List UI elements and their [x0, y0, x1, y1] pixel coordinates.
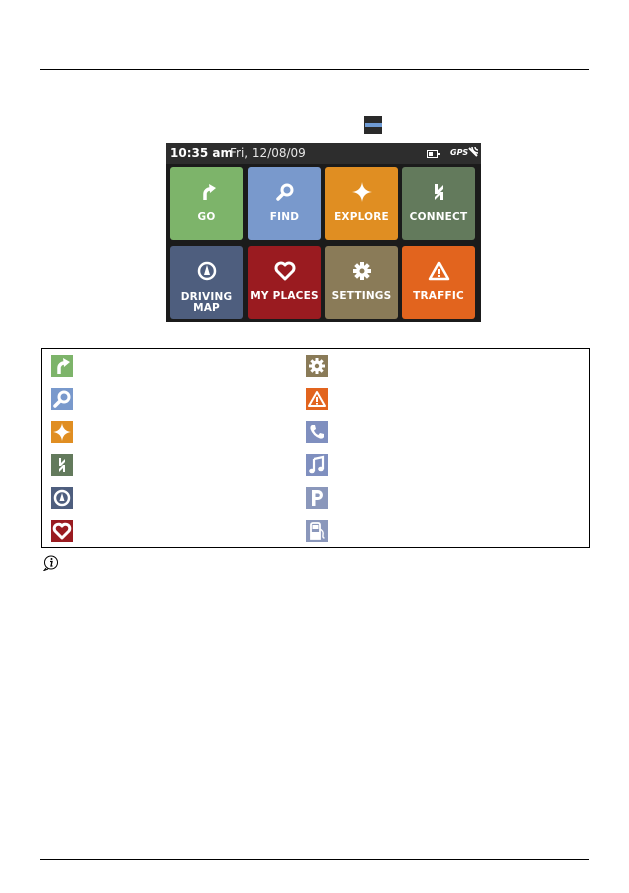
- icon-legend-table: [41, 348, 590, 548]
- fuel-pump-icon: [306, 520, 328, 542]
- legend-traffic-icon: [306, 388, 328, 410]
- warning-icon: [428, 261, 449, 281]
- status-bar: 10:35 am Fri, 12/08/09 GPS: [166, 143, 481, 164]
- gps-signal-icon: [468, 146, 479, 157]
- connect-icon: [51, 454, 73, 476]
- gear-icon: [352, 262, 371, 280]
- connect-button[interactable]: CONNECT: [402, 167, 475, 240]
- connect-label: CONNECT: [409, 211, 468, 223]
- explore-label: EXPLORE: [334, 211, 389, 223]
- find-button[interactable]: FIND: [248, 167, 321, 240]
- sparkle-icon: [51, 421, 73, 443]
- go-label: GO: [197, 211, 216, 223]
- parking-icon: [306, 487, 328, 509]
- legend-settings-icon: [306, 355, 328, 377]
- gps-label: GPS: [450, 148, 469, 157]
- turn-arrow-icon: [202, 184, 216, 200]
- driving-map-button[interactable]: DRIVING MAP: [170, 246, 243, 319]
- compass-icon: [197, 261, 216, 281]
- legend-fuel-icon: [306, 520, 328, 542]
- turn-arrow-icon: [51, 355, 73, 377]
- status-time: 10:35 am: [170, 146, 233, 160]
- gear-icon: [306, 355, 328, 377]
- settings-button[interactable]: SETTINGS: [325, 246, 398, 319]
- legend-explore-icon: [51, 421, 73, 443]
- traffic-button[interactable]: TRAFFIC: [402, 246, 475, 319]
- compass-icon: [51, 487, 73, 509]
- find-label: FIND: [269, 211, 300, 223]
- music-note-icon: [306, 454, 328, 476]
- driving-map-label-line2: MAP: [193, 302, 220, 314]
- traffic-label: TRAFFIC: [413, 290, 464, 302]
- phone-icon: [306, 421, 328, 443]
- settings-label: SETTINGS: [331, 290, 392, 302]
- warning-icon: [306, 388, 328, 410]
- legend-driving-map-icon: [51, 487, 73, 509]
- battery-icon: [427, 150, 440, 158]
- legend-phone-icon: [306, 421, 328, 443]
- info-icon: [42, 555, 58, 571]
- legend-music-icon: [306, 454, 328, 476]
- legend-my-places-icon: [51, 520, 73, 542]
- legend-parking-icon: [306, 487, 328, 509]
- connect-icon: [434, 184, 443, 200]
- legend-go-icon: [51, 355, 73, 377]
- my-places-label: MY PLACES: [250, 290, 319, 302]
- status-date: Fri, 12/08/09: [230, 146, 306, 160]
- explore-button[interactable]: EXPLORE: [325, 167, 398, 240]
- device-main-menu-screenshot: 10:35 am Fri, 12/08/09 GPS GO FIND EXPLO…: [166, 143, 481, 322]
- heart-icon: [274, 261, 295, 281]
- menu-icon: [364, 116, 382, 134]
- driving-map-label: DRIVING MAP: [170, 292, 243, 314]
- sparkle-icon: [351, 182, 372, 202]
- magnifier-icon: [275, 183, 293, 201]
- go-button[interactable]: GO: [170, 167, 243, 240]
- heart-icon: [51, 520, 73, 542]
- legend-find-icon: [51, 388, 73, 410]
- my-places-button[interactable]: MY PLACES: [248, 246, 321, 319]
- magnifier-icon: [51, 388, 73, 410]
- header-rule: [40, 69, 589, 70]
- footer-rule: [40, 859, 589, 860]
- legend-connect-icon: [51, 454, 73, 476]
